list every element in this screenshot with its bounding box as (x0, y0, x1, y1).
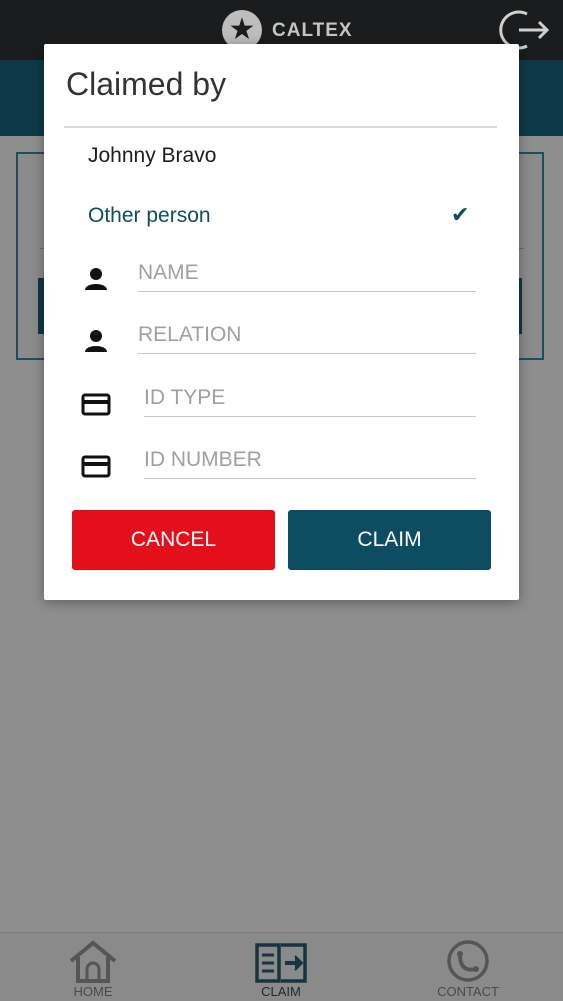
claim-book-icon (255, 943, 307, 983)
name-field-row (80, 254, 480, 298)
option-label: Johnny Bravo (88, 144, 217, 167)
id-type-field-row (80, 379, 480, 423)
id-card-icon (81, 393, 111, 416)
nav-item-home[interactable]: HOME (23, 933, 163, 1001)
id-card-icon (81, 455, 111, 478)
claimed-by-dialog: Claimed by Johnny Bravo Other person ✔ N… (44, 44, 519, 600)
dialog-title: Claimed by (66, 66, 227, 102)
nav-label-home: HOME (73, 984, 113, 999)
nav-label-claim: CLAIM (261, 984, 301, 999)
name-input[interactable] (138, 254, 476, 292)
id-number-field-row (80, 441, 480, 485)
nav-item-claim[interactable]: CLAIM (211, 933, 351, 1001)
checkmark-icon: ✔ (451, 202, 470, 227)
person-icon (85, 268, 107, 290)
home-icon (69, 940, 117, 983)
id-number-input[interactable] (144, 441, 476, 479)
nav-item-contact[interactable]: CONTACT (398, 933, 538, 1001)
relation-field-row (80, 316, 480, 360)
title-divider (64, 126, 497, 128)
claim-button[interactable]: CLAIM (288, 510, 491, 570)
bottom-navigation: HOME CLAIM CONTACT (0, 932, 563, 1001)
relation-input[interactable] (138, 316, 476, 354)
option-label: Other person (88, 204, 211, 227)
person-icon (85, 330, 107, 352)
id-type-input[interactable] (144, 379, 476, 417)
contact-icon (447, 940, 489, 982)
option-johnny-bravo[interactable]: Johnny Bravo (66, 136, 476, 176)
cancel-button[interactable]: CANCEL (72, 510, 275, 570)
option-other-person[interactable]: Other person (66, 196, 476, 236)
nav-label-contact: CONTACT (437, 984, 499, 999)
brand-name: CALTEX (272, 20, 353, 41)
